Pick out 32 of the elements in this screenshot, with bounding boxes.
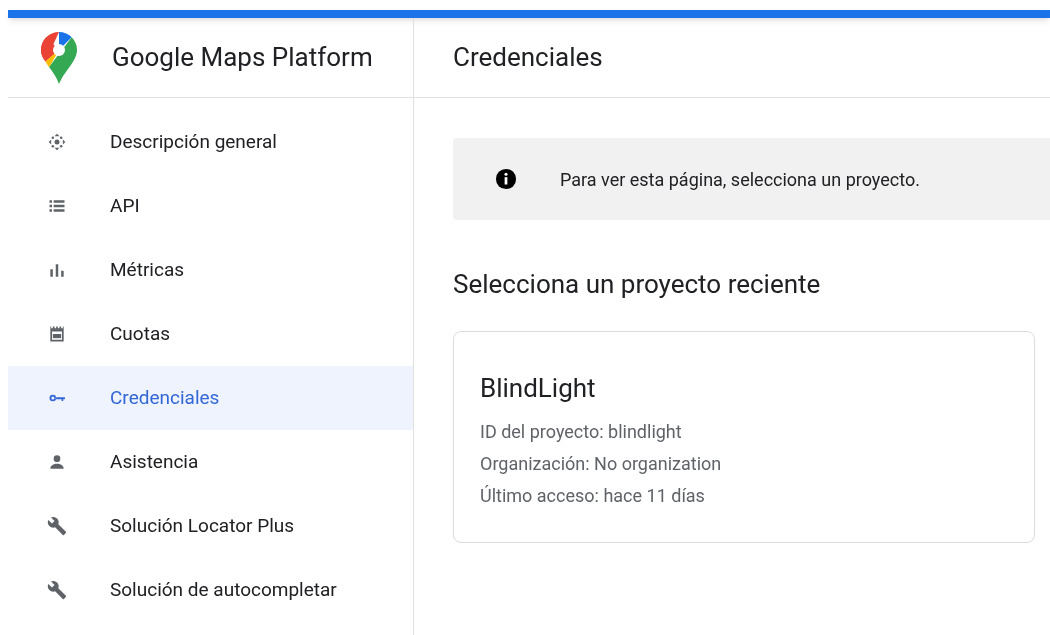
sidebar-item[interactable]: Cuotas [8, 302, 413, 366]
notice-text: Para ver esta página, selecciona un proyecto. [560, 167, 920, 192]
wrench-icon [47, 580, 67, 600]
section-title: Selecciona un proyecto reciente [453, 268, 821, 301]
info-icon [495, 168, 517, 190]
sidebar-item[interactable]: Asistencia [8, 430, 413, 494]
project-detail: ID del proyecto: blindlight [480, 420, 682, 444]
map-pin-logo-icon [41, 31, 77, 84]
sidebar-item-label: Solución de autocompletar [110, 576, 337, 603]
sidebar-item-label: Métricas [110, 256, 185, 283]
product-title: Google Maps Platform [112, 41, 373, 74]
calendar-icon [47, 324, 67, 344]
project-detail: Organización: No organization [480, 452, 722, 476]
sidebar-item-label: API [110, 192, 140, 219]
sidebar-item-label: Asistencia [110, 448, 199, 475]
project-name: BlindLight [480, 372, 596, 405]
sidebar-item-label: Credenciales [110, 384, 220, 411]
sidebar-item[interactable]: Solución Locator Plus [8, 494, 413, 558]
wrench-icon [47, 516, 67, 536]
sidebar-item-label: Descripción general [110, 128, 277, 155]
sidebar-item[interactable]: Descripción general [8, 110, 413, 174]
sidebar-item-label: Cuotas [110, 320, 171, 347]
project-card[interactable]: BlindLight ID del proyecto: blindlight Organización: No organization Último acceso: hace 11 días [453, 331, 1035, 543]
arrows-icon [47, 132, 67, 152]
project-detail: Último acceso: hace 11 días [480, 484, 705, 508]
sidebar-item[interactable]: Solución de autocompletar [8, 558, 413, 622]
person-icon [47, 452, 67, 472]
sidebar-item-label: Solución Locator Plus [110, 512, 295, 539]
sidebar-item[interactable]: API [8, 174, 413, 238]
sidebar-item[interactable]: Credenciales [8, 366, 413, 430]
page-title: Credenciales [453, 41, 603, 74]
sidebar-item[interactable]: Métricas [8, 238, 413, 302]
